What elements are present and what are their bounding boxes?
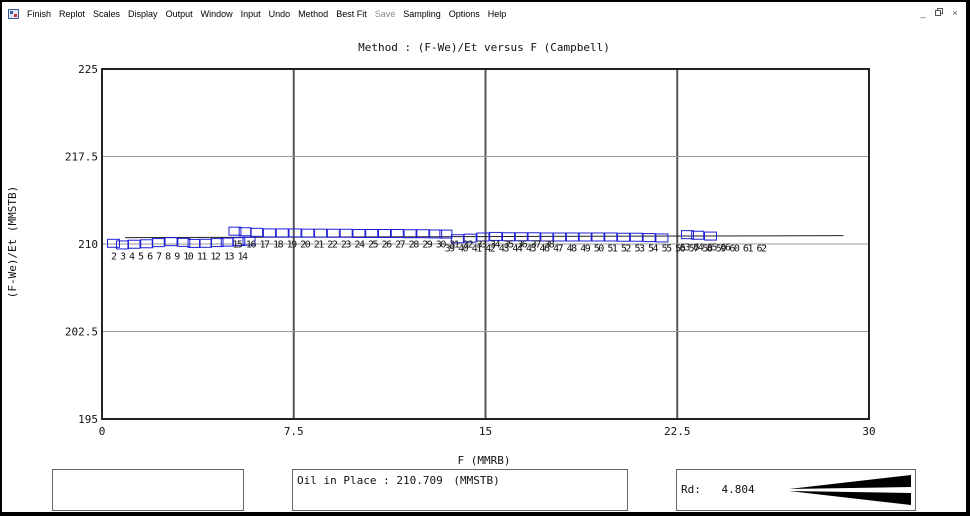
y-tick-label: 210 (78, 238, 98, 251)
data-point-marker (365, 229, 379, 238)
data-point-marker (553, 232, 567, 242)
oil-in-place-label: Oil in Place : (297, 474, 390, 487)
menu-item-input[interactable]: Input (237, 9, 265, 19)
menu-bar: Finish Replot Scales Display Output Window Inp… (2, 2, 966, 26)
oil-in-place-panel: Oil in Place : 210.709 (MMSTB) (292, 469, 628, 511)
x-tick-label: 30 (862, 425, 875, 438)
data-point-marker (591, 232, 605, 242)
minimize-button[interactable]: _ (918, 8, 928, 18)
window-controls: _ × (918, 8, 960, 18)
data-point-marker (250, 227, 264, 237)
menu-item-help[interactable]: Help (484, 9, 511, 19)
y-axis-ticks: 195 202.5 210 217.5 225 (65, 63, 98, 426)
data-point-marker (151, 238, 165, 248)
data-point-marker (390, 229, 404, 238)
rd-panel: Rd: 4.804 (676, 469, 916, 511)
data-point-marker (275, 228, 289, 238)
data-point-marker (288, 228, 302, 238)
app-icon[interactable] (8, 9, 19, 19)
y-tick-label: 225 (78, 63, 98, 76)
data-point-marker (642, 233, 656, 243)
data-point-marker (339, 228, 353, 238)
menu-item-window[interactable]: Window (197, 9, 237, 19)
rd-slider[interactable] (789, 473, 913, 507)
point-label-row: 63 64 65 66 (680, 242, 731, 253)
data-point-marker (199, 238, 213, 248)
app-window: Finish Replot Scales Display Output Window Inp… (2, 2, 966, 512)
data-point-marker (326, 228, 340, 238)
x-tick-label: 7.5 (284, 425, 304, 438)
menu-item-sampling[interactable]: Sampling (399, 9, 445, 19)
x-axis-ticks: 0 7.5 15 22.5 30 (99, 425, 876, 438)
data-point-marker (617, 232, 631, 242)
menu-item-method[interactable]: Method (294, 9, 332, 19)
data-point-marker (629, 232, 643, 242)
menu-item-undo[interactable]: Undo (265, 9, 295, 19)
data-point-marker (604, 232, 618, 242)
data-point-marker (655, 233, 669, 243)
oil-in-place-unit: (MMSTB) (453, 474, 500, 487)
menu-item-display[interactable]: Display (124, 9, 162, 19)
menu-item-output[interactable]: Output (162, 9, 197, 19)
data-point-marker (578, 232, 592, 242)
menu-item-replot[interactable]: Replot (55, 9, 89, 19)
campbell-chart: Method : (F-We)/Et versus F (Campbell) 2… (6, 41, 876, 467)
menu-item-options[interactable]: Options (445, 9, 484, 19)
chart-title: Method : (F-We)/Et versus F (Campbell) (358, 41, 610, 54)
x-tick-label: 22.5 (664, 425, 691, 438)
data-point-marker (262, 228, 276, 238)
oil-in-place-value: 210.709 (396, 474, 443, 487)
rd-label: Rd: (681, 483, 701, 496)
close-button[interactable]: × (950, 8, 960, 18)
menu-item-save: Save (374, 9, 396, 19)
point-label-row: 2 3 4 5 6 7 8 9 10 11 12 13 14 (111, 252, 248, 263)
menu-item-scales[interactable]: Scales (89, 9, 124, 19)
rd-slider-lower-wedge (789, 491, 911, 505)
point-labels: 2 3 4 5 6 7 8 9 10 11 12 13 1415 16 17 1… (111, 239, 769, 263)
rd-slider-upper-wedge (789, 475, 911, 489)
data-point-marker (352, 229, 366, 238)
y-tick-label: 195 (78, 413, 98, 426)
menu-item-finish[interactable]: Finish (23, 9, 55, 19)
x-tick-label: 0 (99, 425, 106, 438)
y-tick-label: 202.5 (65, 326, 98, 339)
rd-value: 4.804 (721, 483, 755, 496)
data-point-marker (565, 232, 579, 242)
y-axis-label: (F-We)/Et (MMSTB) (6, 186, 19, 299)
left-info-panel (52, 469, 244, 511)
menu-items: Finish Replot Scales Display Output Window Inp… (23, 9, 510, 19)
restore-icon[interactable] (934, 8, 944, 18)
x-tick-label: 15 (479, 425, 492, 438)
data-point-marker (378, 229, 392, 238)
data-point-marker (301, 228, 315, 238)
y-tick-label: 217.5 (65, 151, 98, 164)
menu-item-best-fit[interactable]: Best Fit (332, 9, 371, 19)
data-point-marker (314, 228, 328, 238)
x-axis-label: F (MMRB) (458, 454, 511, 467)
